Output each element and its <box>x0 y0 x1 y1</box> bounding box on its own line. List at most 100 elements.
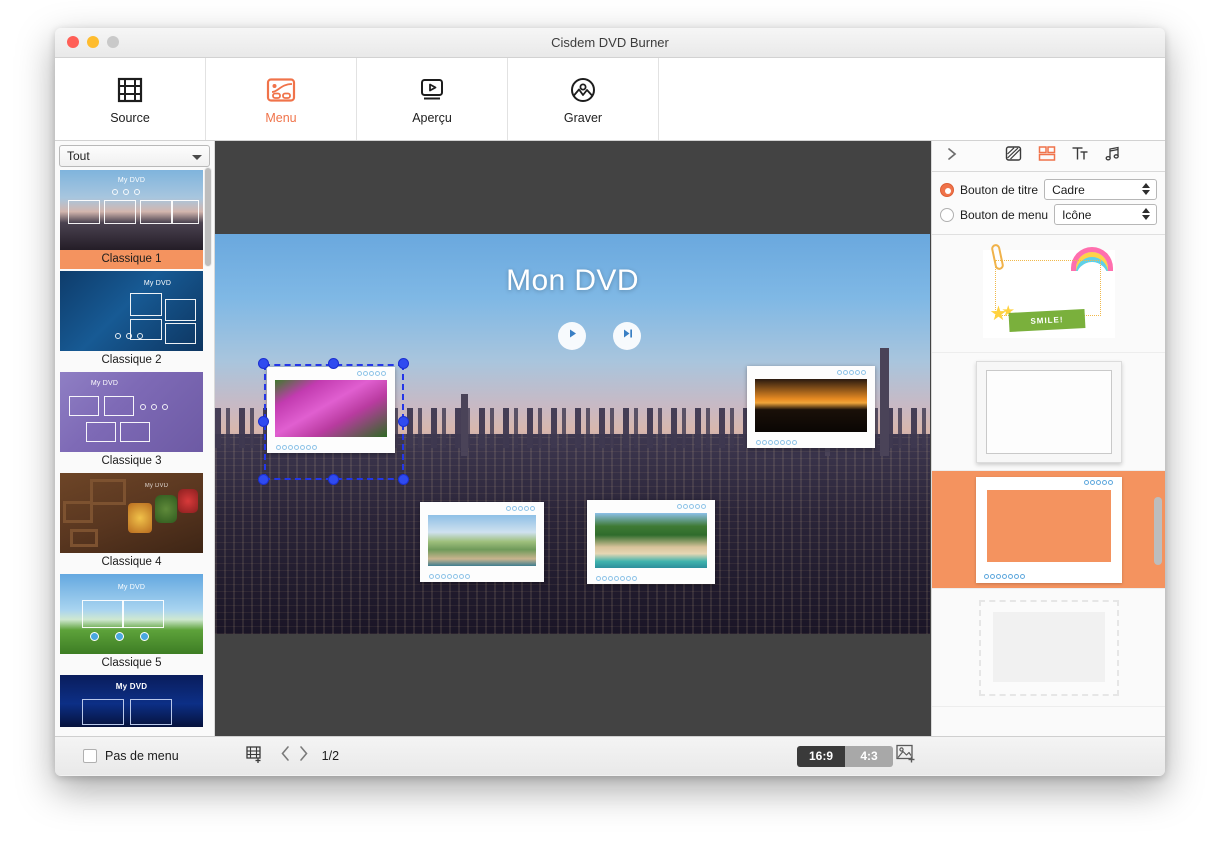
photo-frame-flowers[interactable] <box>267 367 395 453</box>
template-item-classique-2[interactable]: My DVD Classique 2 <box>60 271 203 370</box>
stepper-arrows-icon <box>1142 208 1150 220</box>
photo-image-sunset <box>755 379 867 432</box>
toolbar-item-menu[interactable]: Menu <box>206 58 357 140</box>
frame-dot-decoration <box>506 506 535 511</box>
frame-dot-decoration <box>596 576 637 581</box>
next-chapter-icon <box>621 327 634 345</box>
tab-text[interactable] <box>1063 141 1096 172</box>
no-menu-checkbox[interactable] <box>83 749 97 763</box>
previous-page-button[interactable] <box>279 745 292 767</box>
add-chapter-button[interactable] <box>245 744 265 769</box>
toolbar-label-burn: Graver <box>564 111 602 125</box>
label-menu-button: Bouton de menu <box>960 208 1048 222</box>
menu-button-style-value: Icône <box>1062 208 1091 222</box>
tab-frame-layout[interactable] <box>1030 141 1063 172</box>
application-window: Cisdem DVD Burner Source <box>55 28 1165 776</box>
properties-panel: Bouton de titre Cadre Bouton de menu Icô… <box>931 141 1165 736</box>
text-icon <box>1071 145 1089 167</box>
template-thumbnail: My DVD <box>60 473 203 553</box>
tab-music[interactable] <box>1096 141 1129 172</box>
next-page-button[interactable] <box>297 745 310 767</box>
content-area: Tout My DVD Classique 1 <box>55 141 1165 736</box>
frame-item-orange[interactable] <box>932 471 1165 589</box>
menu-button-style-select[interactable]: Icône <box>1054 204 1157 225</box>
toolbar-item-source[interactable]: Source <box>55 58 206 140</box>
thumbnail-title: My DVD <box>118 280 197 287</box>
template-item-classique-4[interactable]: My DVD Classique 4 <box>60 473 203 572</box>
frame-item-plain[interactable] <box>932 353 1165 471</box>
photo-frame-sunset[interactable] <box>747 366 875 448</box>
chevron-right-icon <box>297 745 310 767</box>
tower-decoration <box>461 394 468 456</box>
page-navigation: 1/2 <box>279 745 339 767</box>
dvd-menu-title[interactable]: Mon DVD <box>215 264 930 298</box>
film-icon <box>115 74 145 106</box>
frame-dot-decoration <box>837 370 866 375</box>
add-image-button[interactable] <box>895 743 917 769</box>
label-title-button: Bouton de titre <box>960 183 1038 197</box>
dvd-menu-preview[interactable]: Mon DVD <box>215 234 930 634</box>
frame-dot-decoration <box>1084 480 1113 485</box>
template-thumbnail: My DVD <box>60 372 203 452</box>
next-chapter-button[interactable] <box>613 322 641 350</box>
frame-style-list[interactable]: ★ ★ SMILE! <box>932 235 1165 736</box>
smile-frame-preview: ★ ★ SMILE! <box>983 250 1115 338</box>
option-row-title-button: Bouton de titre Cadre <box>940 177 1157 202</box>
toolbar-item-burn[interactable]: Graver <box>508 58 659 140</box>
template-filter-dropdown[interactable]: Tout <box>59 145 210 167</box>
template-item-classique-5[interactable]: My DVD Classique 5 <box>60 574 203 673</box>
sidebar-scrollbar-thumb[interactable] <box>204 167 212 267</box>
template-item-classique-6[interactable]: My DVD <box>60 675 203 727</box>
template-filter-value: Tout <box>67 149 90 163</box>
title-button-style-select[interactable]: Cadre <box>1044 179 1157 200</box>
menu-canvas-area[interactable]: Mon DVD <box>215 141 931 736</box>
frame-item-smile[interactable]: ★ ★ SMILE! <box>932 235 1165 353</box>
stepper-arrows-icon <box>1142 183 1150 195</box>
frame-item-stamp[interactable] <box>932 589 1165 707</box>
frame-dot-decoration <box>357 371 386 376</box>
template-item-classique-1[interactable]: My DVD Classique 1 <box>60 170 203 269</box>
toolbar-item-preview[interactable]: Aperçu <box>357 58 508 140</box>
template-list[interactable]: My DVD Classique 1 My DVD <box>55 170 214 736</box>
panel-scrollbar-track[interactable] <box>1154 235 1163 736</box>
chevron-left-icon <box>279 745 292 767</box>
frame-dot-decoration <box>984 574 1025 579</box>
play-button[interactable] <box>558 322 586 350</box>
stamp-frame-preview <box>979 600 1119 696</box>
resize-handle-top-right[interactable] <box>398 358 409 369</box>
resize-handle-middle-right[interactable] <box>398 416 409 427</box>
toolbar-label-menu: Menu <box>265 111 296 125</box>
chevron-right-icon <box>945 146 960 167</box>
background-icon <box>1005 145 1022 167</box>
music-icon <box>1104 145 1122 167</box>
title-button-style-value: Cadre <box>1052 183 1085 197</box>
template-label: Classique 2 <box>60 351 203 370</box>
resize-handle-bottom-left[interactable] <box>258 474 269 485</box>
collapse-panel-button[interactable] <box>936 141 969 172</box>
photo-frame-beach-sign[interactable] <box>420 502 544 582</box>
template-item-classique-3[interactable]: My DVD Classique 3 <box>60 372 203 471</box>
frame-inner-area <box>986 489 1112 563</box>
photo-image-flowers <box>275 380 387 437</box>
resize-handle-top-left[interactable] <box>258 358 269 369</box>
ratio-button-16-9[interactable]: 16:9 <box>797 746 845 767</box>
frame-dot-decoration <box>276 445 317 450</box>
play-icon <box>566 327 579 345</box>
option-row-menu-button: Bouton de menu Icône <box>940 202 1157 227</box>
resize-handle-middle-left[interactable] <box>258 416 269 427</box>
photo-frame-beach[interactable] <box>587 500 715 584</box>
radio-title-button[interactable] <box>940 183 954 197</box>
radio-menu-button[interactable] <box>940 208 954 222</box>
resize-handle-bottom-right[interactable] <box>398 474 409 485</box>
toolbar-empty-area <box>659 58 1165 140</box>
resize-handle-top-center[interactable] <box>328 358 339 369</box>
burn-disc-icon <box>568 74 598 106</box>
ratio-button-4-3[interactable]: 4:3 <box>845 746 893 767</box>
tab-background[interactable] <box>997 141 1030 172</box>
no-menu-label: Pas de menu <box>105 749 179 763</box>
thumbnail-title: My DVD <box>60 177 203 184</box>
resize-handle-bottom-center[interactable] <box>328 474 339 485</box>
panel-scrollbar-thumb[interactable] <box>1154 497 1162 565</box>
frame-inner-area <box>986 370 1112 454</box>
thumbnail-title: My DVD <box>68 380 141 387</box>
